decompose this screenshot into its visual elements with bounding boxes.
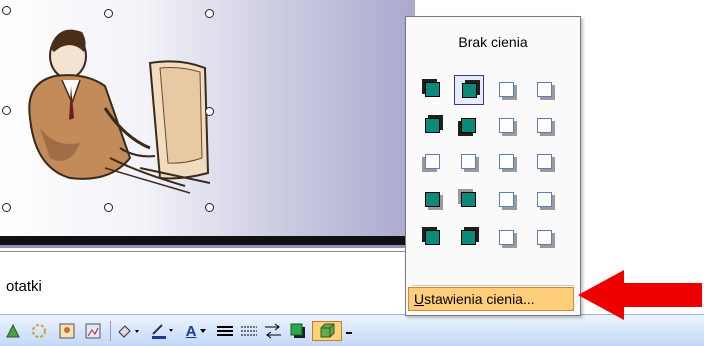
shape-swatch xyxy=(461,230,476,245)
outline-swatch xyxy=(425,154,440,169)
shadow-style-8[interactable] xyxy=(530,111,560,141)
shadow-style-5[interactable] xyxy=(418,111,448,141)
shape-swatch xyxy=(461,118,476,133)
slide-bottom-bar xyxy=(0,236,415,245)
outline-swatch xyxy=(537,230,552,245)
resize-handle-middle-left[interactable] xyxy=(2,106,11,115)
line-style-icon[interactable] xyxy=(214,321,236,341)
line-color-icon[interactable] xyxy=(148,321,178,341)
shadow-style-14[interactable] xyxy=(454,185,484,215)
outline-swatch xyxy=(537,82,552,97)
notes-pane[interactable]: otatki xyxy=(0,251,415,312)
shape-swatch xyxy=(425,230,440,245)
shadow-style-2[interactable] xyxy=(454,75,484,105)
toolbar-overflow-icon[interactable] xyxy=(344,321,354,341)
outline-swatch xyxy=(537,118,552,133)
outline-swatch xyxy=(461,154,476,169)
clipart-man-at-computer[interactable] xyxy=(10,8,210,208)
shadow-settings-label: stawienia cienia... xyxy=(424,291,535,307)
insert-diagram-icon[interactable] xyxy=(2,321,24,341)
shadow-style-icon[interactable] xyxy=(286,321,310,341)
resize-handle-top-left[interactable] xyxy=(2,6,11,15)
resize-handle-bottom-center[interactable] xyxy=(104,203,113,212)
shape-swatch xyxy=(462,83,477,98)
resize-handle-top-right[interactable] xyxy=(205,9,214,18)
shadow-style-6[interactable] xyxy=(454,111,484,141)
shadow-style-11[interactable] xyxy=(492,147,522,177)
toolbar-separator xyxy=(110,321,111,341)
shape-swatch xyxy=(461,192,476,207)
shadow-style-15[interactable] xyxy=(492,185,522,215)
outline-swatch xyxy=(499,192,514,207)
shadow-style-13[interactable] xyxy=(418,185,448,215)
fill-color-icon[interactable] xyxy=(114,321,144,341)
shadow-style-12[interactable] xyxy=(530,147,560,177)
resize-handle-middle-right[interactable] xyxy=(205,107,214,116)
outline-swatch xyxy=(499,82,514,97)
shadow-style-menu: Brak cienia Ustawienia cienia... xyxy=(405,16,581,316)
shadow-style-19[interactable] xyxy=(492,223,522,253)
insert-picture-icon[interactable] xyxy=(56,321,78,341)
insert-clipart-icon[interactable] xyxy=(28,321,50,341)
outline-swatch xyxy=(499,118,514,133)
menu-divider xyxy=(412,285,574,286)
font-color-glyph: A xyxy=(185,322,197,340)
shadow-style-10[interactable] xyxy=(454,147,484,177)
outline-swatch xyxy=(499,154,514,169)
red-pointer-arrow xyxy=(578,270,702,320)
shape-swatch xyxy=(425,118,440,133)
shadow-settings-button[interactable]: Ustawienia cienia... xyxy=(408,287,574,311)
outline-swatch xyxy=(499,230,514,245)
dash-style-icon[interactable] xyxy=(238,321,260,341)
shadow-style-9[interactable] xyxy=(418,147,448,177)
shadow-style-20[interactable] xyxy=(530,223,560,253)
no-shadow-option[interactable]: Brak cienia xyxy=(406,34,580,50)
shape-swatch xyxy=(425,192,440,207)
resize-handle-bottom-left[interactable] xyxy=(2,203,11,212)
insert-image-icon[interactable] xyxy=(82,321,104,341)
shadow-style-17[interactable] xyxy=(418,223,448,253)
shadow-style-4[interactable] xyxy=(530,75,560,105)
3d-style-icon[interactable] xyxy=(312,321,342,341)
shadow-settings-accelerator: U xyxy=(414,291,425,307)
resize-handle-bottom-right[interactable] xyxy=(205,203,214,212)
arrow-style-icon[interactable] xyxy=(262,321,284,341)
shadow-style-18[interactable] xyxy=(454,223,484,253)
shadow-style-3[interactable] xyxy=(492,75,522,105)
resize-handle-top-center[interactable] xyxy=(104,9,113,18)
shadow-style-16[interactable] xyxy=(530,185,560,215)
notes-placeholder: otatki xyxy=(6,278,42,295)
outline-swatch xyxy=(537,192,552,207)
slide-canvas xyxy=(0,0,415,247)
slide-bottom-stripe xyxy=(0,245,415,248)
shadow-style-7[interactable] xyxy=(492,111,522,141)
outline-swatch xyxy=(537,154,552,169)
shadow-style-1[interactable] xyxy=(418,75,448,105)
shape-swatch xyxy=(425,82,440,97)
font-color-icon[interactable]: A xyxy=(182,321,212,341)
